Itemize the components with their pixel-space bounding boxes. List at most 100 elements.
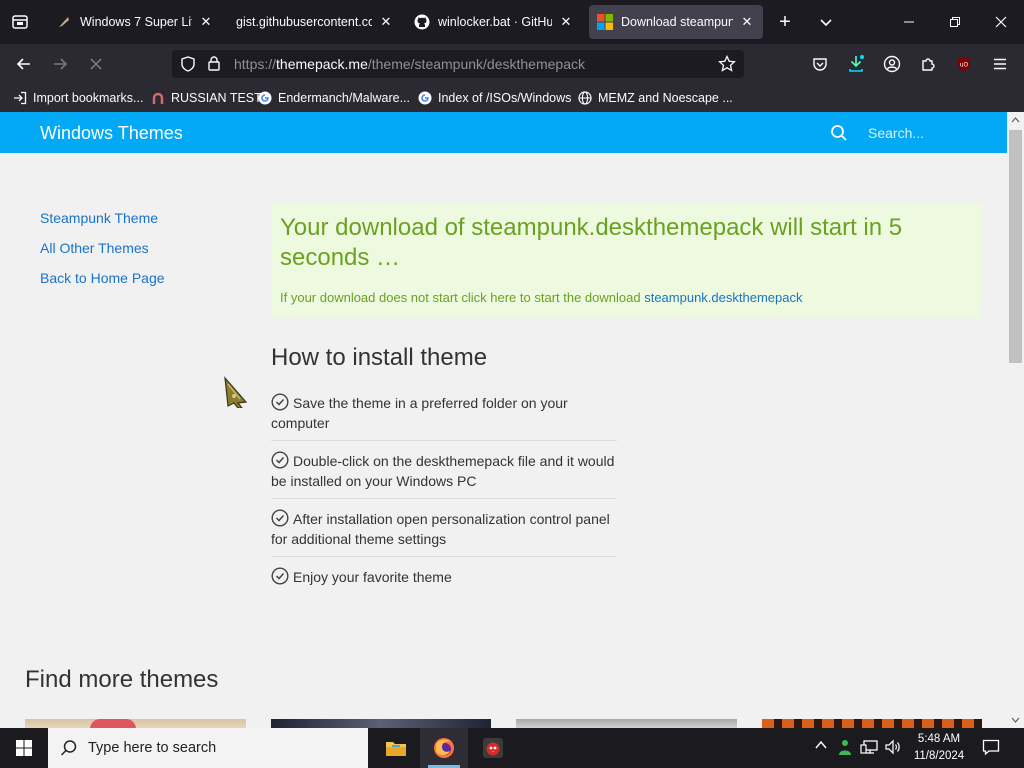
horseshoe-icon [150, 90, 166, 106]
search-icon [60, 740, 77, 756]
show-hidden-icons-button[interactable] [814, 738, 828, 752]
globe-icon [577, 90, 593, 106]
address-bar[interactable]: https://themepack.me/theme/steampunk/des… [172, 50, 744, 78]
network-tray-icon[interactable] [860, 738, 878, 756]
bookmark-label: MEMZ and Noescape ... [598, 91, 733, 105]
install-step-text: Save the theme in a preferred folder on … [271, 395, 568, 431]
scrollbar-thumb[interactable] [1009, 130, 1022, 363]
star-icon[interactable] [718, 54, 736, 78]
clock-time: 5:48 AM [917, 733, 961, 745]
scroll-down-icon[interactable] [1011, 716, 1020, 724]
taskbar-firefox[interactable] [420, 728, 468, 768]
stop-loading-button[interactable] [84, 52, 108, 76]
ublock-origin-button[interactable]: uO [952, 52, 976, 76]
fallback-sentence: If your download does not start click he… [280, 290, 641, 305]
taskbar-clock[interactable]: 5:48 AM 11/8/2024 [906, 731, 972, 765]
site-brand-link[interactable]: Windows Themes [40, 123, 183, 144]
navigation-toolbar: https://themepack.me/theme/steampunk/des… [0, 44, 1024, 84]
windows-start-icon [16, 740, 32, 756]
url-prefix: https:// [234, 56, 277, 72]
bookmark-label: RUSSIAN TEST [171, 91, 262, 105]
minimize-button[interactable] [886, 0, 932, 44]
start-button[interactable] [0, 728, 48, 768]
notifications-button[interactable] [982, 738, 1000, 756]
tab-title: gist.githubusercontent.com [236, 15, 372, 29]
taskbar-app-bird[interactable] [469, 728, 517, 768]
install-step-text: Enjoy your favorite theme [293, 569, 452, 585]
find-more-heading: Find more themes [25, 666, 219, 693]
tab-download-steampunk[interactable]: Download steampunk.d ✕ [589, 5, 763, 39]
close-tab-icon[interactable]: ✕ [378, 14, 394, 30]
firefox-icon [434, 738, 454, 758]
pocket-button[interactable] [808, 52, 832, 76]
site-header: Windows Themes Search... [0, 112, 1007, 153]
red-bird-app-icon [483, 738, 503, 758]
pocket-icon [813, 58, 827, 71]
taskbar-file-explorer[interactable] [372, 728, 420, 768]
firefox-view-icon [12, 15, 28, 29]
notification-icon [982, 739, 1000, 756]
bookmark-label: Import bookmarks... [33, 91, 144, 105]
bookmark-endermanch-malware[interactable]: Endermanch/Malware... [257, 89, 410, 107]
close-tab-icon[interactable]: ✕ [198, 14, 214, 30]
google-icon [417, 90, 433, 106]
install-step: Enjoy your favorite theme [271, 567, 617, 593]
new-tab-button[interactable]: + [772, 10, 798, 34]
theme-thumbnail[interactable] [516, 719, 737, 728]
install-step-text: After installation open personalization … [271, 511, 610, 547]
back-button[interactable] [12, 52, 36, 76]
download-headline: Your download of steampunk.deskthemepack… [280, 214, 903, 271]
restore-button[interactable] [932, 0, 978, 44]
bookmark-russian-test[interactable]: RUSSIAN TEST [150, 89, 262, 107]
theme-thumbnail[interactable] [762, 719, 982, 728]
tab-gist[interactable]: gist.githubusercontent.com ✕ [226, 5, 402, 39]
download-link[interactable]: steampunk.deskthemepack [644, 290, 802, 305]
speaker-icon [885, 739, 900, 755]
bookmark-import[interactable]: Import bookmarks... [12, 89, 143, 107]
steampunk-cursor-image [222, 376, 250, 413]
theme-thumbnail[interactable] [25, 719, 246, 728]
web-page: Windows Themes Search... Steampunk Theme… [0, 112, 1007, 728]
download-icon [849, 55, 864, 72]
chevron-down-icon [820, 19, 832, 27]
site-search-input[interactable]: Search... [868, 125, 924, 141]
install-heading: How to install theme [271, 344, 488, 371]
bookmark-label: Endermanch/Malware... [278, 91, 411, 105]
extensions-button[interactable] [916, 52, 940, 76]
url-path: /theme/steampunk/deskthemepack [367, 56, 585, 72]
taskbar-search-box[interactable]: Type here to search [48, 728, 368, 768]
app-menu-button[interactable] [988, 52, 1012, 76]
volume-tray-icon[interactable] [884, 738, 902, 756]
sidebar-link-all-other-themes[interactable]: All Other Themes [40, 240, 149, 256]
close-tab-icon[interactable]: ✕ [558, 14, 574, 30]
close-window-button[interactable] [978, 0, 1024, 44]
bookmark-index-isos[interactable]: Index of /ISOs/Windows [417, 89, 571, 107]
list-all-tabs-button[interactable] [814, 10, 838, 34]
minimize-icon [904, 21, 914, 23]
firefox-view-button[interactable] [8, 10, 32, 34]
url-text[interactable]: https://themepack.me/theme/steampunk/des… [234, 56, 585, 72]
account-button[interactable] [880, 52, 904, 76]
forward-button[interactable] [48, 52, 72, 76]
scroll-up-icon[interactable] [1011, 116, 1020, 124]
sidebar-link-steampunk-theme[interactable]: Steampunk Theme [40, 210, 158, 226]
puzzle-icon [922, 58, 935, 71]
green-person-icon [839, 740, 851, 755]
sidebar-link-home[interactable]: Back to Home Page [40, 270, 165, 286]
bookmark-memz[interactable]: MEMZ and Noescape ... [577, 89, 733, 107]
page-scrollbar[interactable] [1007, 112, 1024, 728]
check-circle-icon [271, 567, 289, 585]
tray-app-icon[interactable] [836, 738, 854, 756]
folder-icon [386, 742, 406, 756]
tab-winlocker-github[interactable]: winlocker.bat · GitHub ✕ [406, 5, 582, 39]
search-icon[interactable] [830, 124, 848, 142]
tab-bar: Windows 7 Super Lite - ✕ gist.githubuser… [0, 0, 1024, 44]
shield-icon[interactable] [180, 56, 196, 77]
close-tab-icon[interactable]: ✕ [739, 14, 755, 30]
clock-date: 11/8/2024 [913, 750, 965, 762]
tab-windows7-super-lite[interactable]: Windows 7 Super Lite - ✕ [48, 5, 222, 39]
downloads-button[interactable] [844, 52, 868, 76]
theme-thumbnail[interactable] [271, 719, 491, 728]
feather-icon [56, 14, 72, 30]
lock-icon[interactable] [207, 55, 221, 77]
